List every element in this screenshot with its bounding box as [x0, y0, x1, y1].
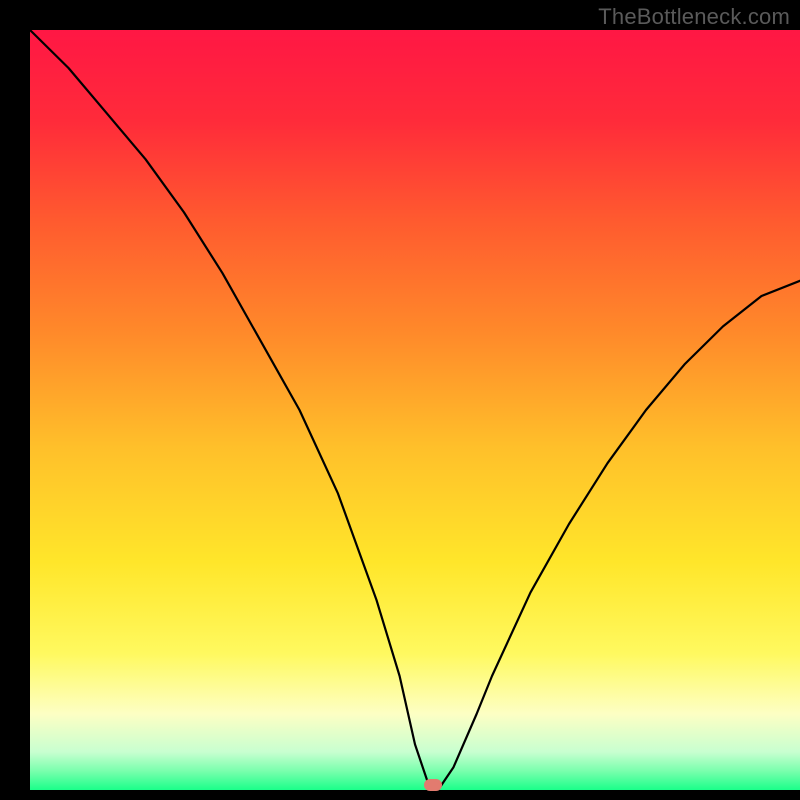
optimal-marker: [424, 779, 442, 791]
bottleneck-chart: [0, 0, 800, 800]
plot-background: [30, 30, 800, 790]
chart-stage: TheBottleneck.com: [0, 0, 800, 800]
watermark-text: TheBottleneck.com: [598, 4, 790, 30]
